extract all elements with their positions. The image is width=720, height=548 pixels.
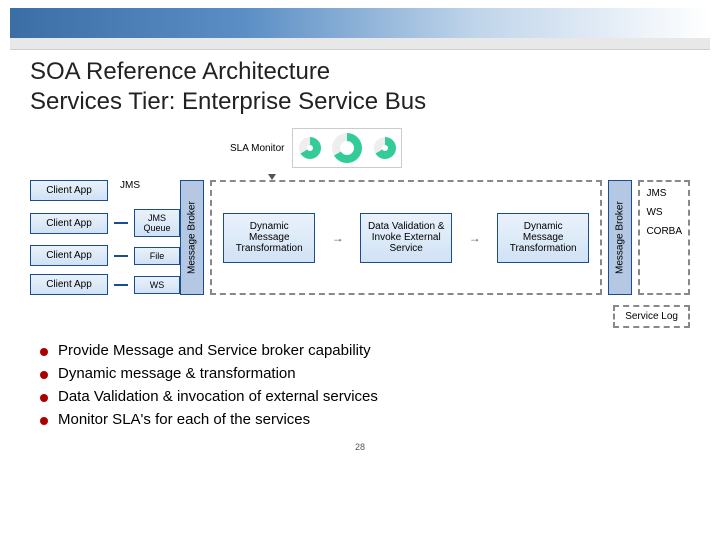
jms-adapter-label: JMS	[120, 180, 140, 191]
client-app-box: Client App	[30, 180, 108, 201]
gauge-icon	[299, 137, 321, 159]
file-box: File	[134, 247, 180, 265]
output-ws: WS	[646, 207, 682, 218]
client-app-box: Client App	[30, 274, 108, 295]
client-row: Client App JMS Queue	[30, 209, 180, 237]
connector-line	[114, 284, 128, 286]
message-broker-label: Message Broker	[615, 201, 626, 274]
jms-queue-box: JMS Queue	[134, 209, 180, 237]
output-jms: JMS	[646, 188, 682, 199]
header-banner	[10, 8, 710, 38]
service-log-row: Service Log	[0, 305, 690, 328]
sla-chart	[292, 128, 402, 168]
output-protocols: JMS WS CORBA	[638, 180, 690, 295]
bullet-item: Dynamic message & transformation	[40, 365, 680, 382]
stage-transform-in: Dynamic Message Transformation	[223, 213, 315, 263]
left-column: Client App JMS Client App JMS Queue Clie…	[30, 180, 180, 295]
page-subtitle: Services Tier: Enterprise Service Bus	[30, 88, 690, 116]
page-title: SOA Reference Architecture	[30, 58, 690, 86]
output-corba: CORBA	[646, 226, 682, 237]
connector-line	[114, 222, 128, 224]
connector-line	[114, 255, 128, 257]
gauge-icon	[332, 133, 362, 163]
client-app-box: Client App	[30, 213, 108, 234]
sla-label: SLA Monitor	[230, 143, 284, 154]
arrow-right-icon: →	[332, 231, 344, 245]
client-app-box: Client App	[30, 245, 108, 266]
bullet-item: Monitor SLA's for each of the services	[40, 411, 680, 428]
sla-monitor-row: SLA Monitor	[230, 128, 690, 168]
stage-validate-invoke: Data Validation & Invoke External Servic…	[360, 213, 452, 263]
main-flow: Client App JMS Client App JMS Queue Clie…	[30, 180, 690, 295]
bullet-item: Data Validation & invocation of external…	[40, 388, 680, 405]
message-broker-right: Message Broker	[608, 180, 632, 295]
ws-box: WS	[134, 276, 180, 294]
service-log-box: Service Log	[613, 305, 690, 328]
client-row: Client App WS	[30, 274, 180, 295]
arrow-right-icon: →	[469, 231, 481, 245]
client-row: Client App JMS	[30, 180, 180, 201]
stage-transform-out: Dynamic Message Transformation	[497, 213, 589, 263]
header-strip	[10, 38, 710, 50]
client-row: Client App File	[30, 245, 180, 266]
bullet-item: Provide Message and Service broker capab…	[40, 342, 680, 359]
page-number: 28	[0, 442, 720, 452]
esb-core: Dynamic Message Transformation → Data Va…	[210, 180, 602, 295]
bullet-list: Provide Message and Service broker capab…	[40, 342, 680, 428]
gauge-icon	[374, 137, 396, 159]
diagram: SLA Monitor Client App JMS Client App JM…	[30, 128, 690, 295]
message-broker-left: Message Broker	[180, 180, 204, 295]
message-broker-label: Message Broker	[187, 201, 198, 274]
